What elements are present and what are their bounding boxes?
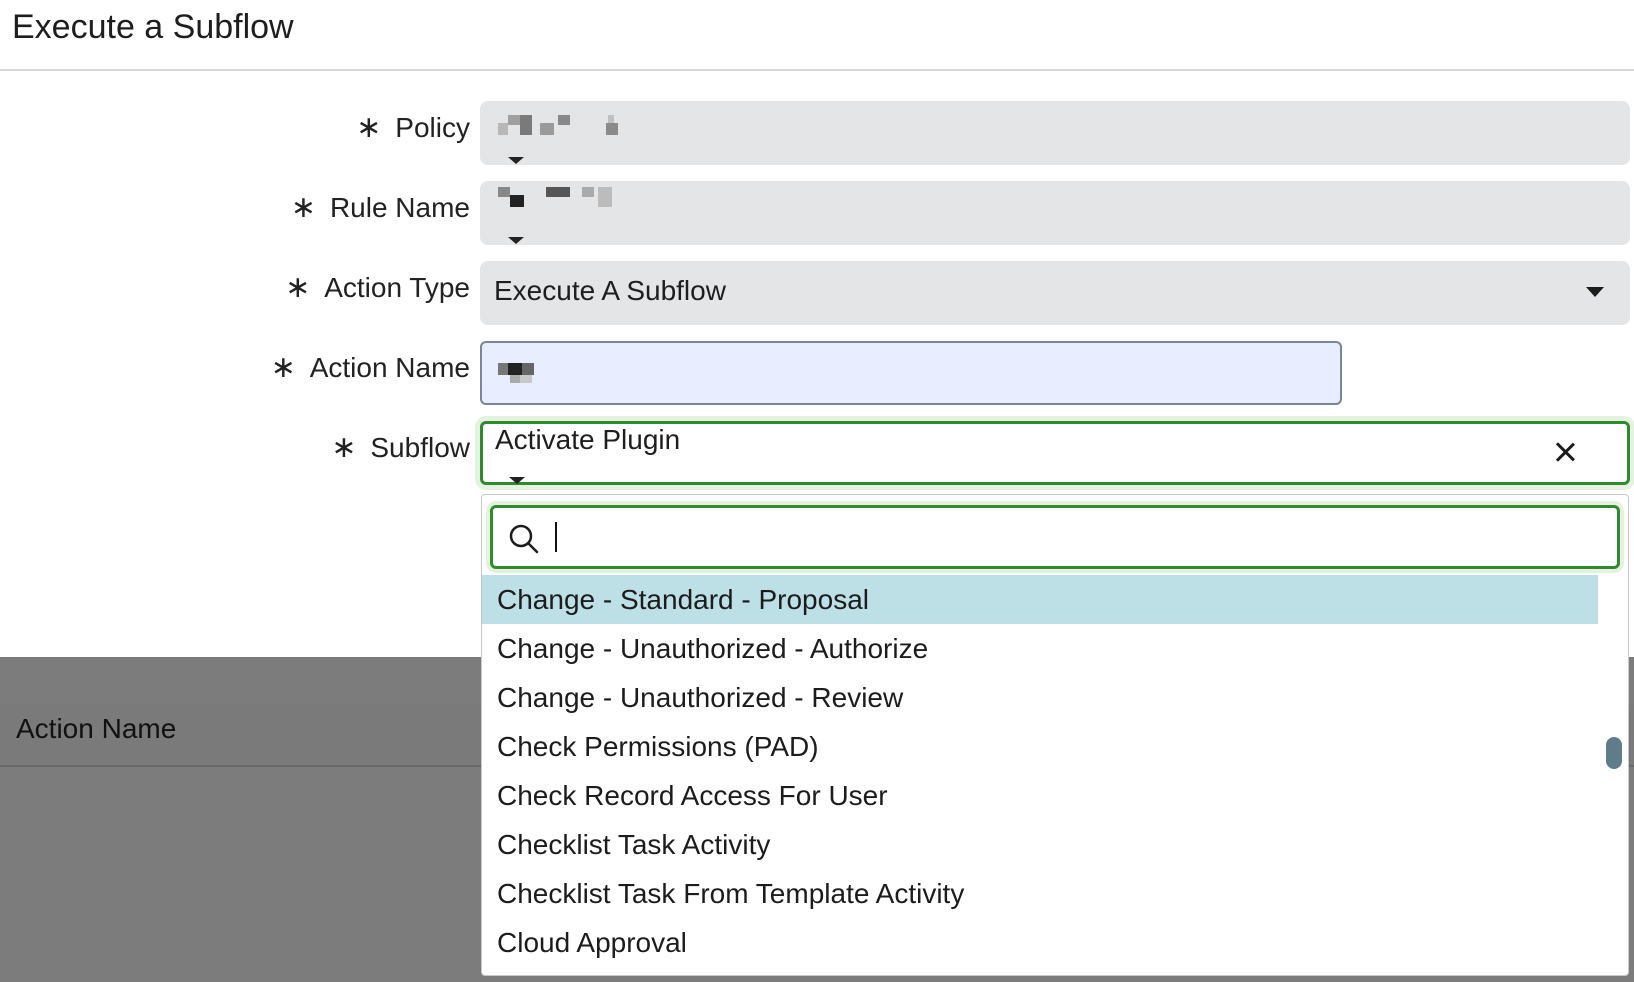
caret-down-icon[interactable] — [508, 237, 524, 244]
dialog-title: Execute a Subflow — [12, 8, 294, 46]
option-item[interactable]: Check Permissions (PAD) — [482, 722, 1599, 771]
option-item[interactable]: Change - Unauthorized - Authorize — [482, 624, 1599, 673]
action-name-input[interactable] — [480, 341, 1342, 405]
close-icon[interactable] — [1551, 438, 1579, 466]
scrollbar-thumb[interactable] — [1606, 737, 1622, 769]
asterisk-icon: ∗ — [331, 431, 357, 464]
caret-down-icon[interactable] — [1586, 287, 1604, 297]
option-item[interactable]: Checklist Task Activity — [482, 820, 1599, 869]
action-type-label: ∗ Action Type — [285, 270, 470, 305]
subflow-select[interactable]: Activate Plugin — [480, 421, 1630, 485]
asterisk-icon: ∗ — [356, 111, 382, 144]
dialog-header: Execute a Subflow — [0, 0, 1634, 71]
asterisk-icon: ∗ — [285, 271, 311, 304]
search-input[interactable] — [553, 514, 1607, 562]
option-list: Change - Standard - Proposal Change - Un… — [482, 575, 1599, 967]
action-type-select[interactable]: Execute A Subflow — [480, 261, 1630, 325]
option-item[interactable]: Checklist Task From Template Activity — [482, 869, 1599, 918]
subflow-label: ∗ Subflow — [331, 430, 470, 465]
action-type-label-text: Action Type — [324, 271, 470, 303]
option-item[interactable]: Change - Standard - Proposal — [482, 575, 1599, 624]
action-name-label-text: Action Name — [309, 351, 470, 383]
subflow-value: Activate Plugin — [495, 424, 681, 455]
policy-label: ∗ Policy — [356, 110, 470, 145]
option-item[interactable]: Check Record Access For User — [482, 771, 1599, 820]
asterisk-icon: ∗ — [270, 351, 296, 384]
policy-field[interactable] — [480, 101, 1630, 165]
rule-name-label-text: Rule Name — [329, 191, 470, 223]
column-header-action-name: Action Name — [16, 713, 177, 744]
rule-name-label: ∗ Rule Name — [291, 190, 470, 225]
subflow-label-text: Subflow — [370, 431, 470, 463]
subflow-dropdown: Change - Standard - Proposal Change - Un… — [481, 494, 1629, 976]
caret-down-icon[interactable] — [508, 157, 524, 164]
rule-name-field[interactable] — [480, 181, 1630, 245]
option-item[interactable]: Change - Unauthorized - Review — [482, 673, 1599, 722]
scrollbar[interactable] — [1598, 575, 1628, 975]
action-type-value: Execute A Subflow — [494, 275, 726, 306]
asterisk-icon: ∗ — [290, 191, 316, 224]
option-item[interactable]: Cloud Approval — [482, 918, 1599, 967]
search-icon — [509, 524, 539, 554]
search-box[interactable] — [490, 505, 1620, 569]
caret-down-icon[interactable] — [509, 477, 525, 484]
policy-label-text: Policy — [395, 111, 470, 143]
action-name-label: ∗ Action Name — [271, 350, 470, 385]
text-cursor — [555, 522, 557, 552]
